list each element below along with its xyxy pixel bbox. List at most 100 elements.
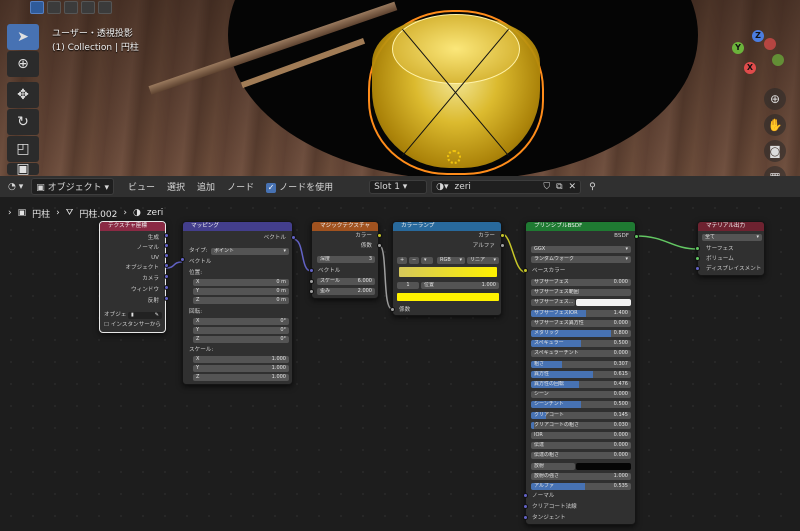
object-picker[interactable]: ▮ ✎	[128, 312, 162, 319]
editor-type-icon[interactable]: ◔ ▾	[4, 181, 27, 193]
node-socket[interactable]	[695, 266, 700, 271]
node-socket[interactable]	[390, 307, 395, 312]
node-socket[interactable]	[377, 243, 382, 248]
stop-index-field[interactable]: 1	[397, 282, 419, 289]
distribution-dropdown[interactable]: GGX ▾	[531, 246, 631, 253]
node-color-ramp[interactable]: カラーランプ カラー アルファ + − ▾ RGB ▾ リニア ▾ 1 位置 1.00…	[392, 221, 502, 316]
location-y-field[interactable]: Y0 m	[193, 288, 289, 295]
node-socket[interactable]	[523, 493, 528, 498]
node-socket[interactable]	[309, 279, 314, 284]
use-nodes-toggle[interactable]: ✓ ノードを使用	[262, 179, 337, 194]
node-material-output[interactable]: マテリアル出力 全て ▾ サーフェス ボリューム ディスプレイスメント	[697, 221, 765, 276]
node-socket[interactable]	[523, 268, 528, 273]
bsdf-field[interactable]: 異方性 0.615	[531, 370, 631, 378]
stop-color-swatch[interactable]	[397, 293, 499, 301]
location-z-field[interactable]: Z0 m	[193, 297, 289, 304]
pin-icon[interactable]: ⚲	[585, 181, 600, 193]
node-socket[interactable]	[500, 243, 505, 248]
node-principled-bsdf[interactable]: プリンシプルBSDF BSDF GGX ▾ ランダムウォーク ▾ ベースカラー サブ…	[525, 221, 636, 525]
breadcrumb-material[interactable]: zeri	[147, 208, 163, 218]
bsdf-field[interactable]: サブサーフェスIOR 1.400	[531, 309, 631, 317]
fake-user-shield-icon[interactable]: ⛉	[543, 182, 550, 192]
checkbox-icon[interactable]: ✓	[266, 182, 277, 193]
node-socket[interactable]	[695, 246, 700, 251]
bsdf-field[interactable]: 放射の強さ 1.000	[531, 472, 631, 480]
node-socket[interactable]	[164, 243, 169, 248]
color-ramp-gradient[interactable]	[399, 267, 497, 277]
select-new-icon[interactable]	[30, 1, 44, 14]
color-swatch[interactable]	[576, 299, 631, 307]
bsdf-field[interactable]: 粗さ 0.307	[531, 360, 631, 368]
gizmo-neg-x-icon[interactable]	[764, 38, 776, 50]
bsdf-field[interactable]: スペキュラー 0.500	[531, 340, 631, 348]
node-socket[interactable]	[291, 235, 296, 240]
duplicate-icon[interactable]: ⧉	[556, 182, 562, 192]
node-socket[interactable]	[164, 274, 169, 279]
type-dropdown[interactable]: ポイント ▾	[211, 248, 289, 255]
mode-dropdown[interactable]: ▣ オブジェクト ▾	[31, 178, 115, 195]
color-swatch[interactable]	[576, 462, 631, 470]
bsdf-field[interactable]: クリアコートの粗さ 0.030	[531, 421, 631, 429]
slot-dropdown[interactable]: Slot 1 ▾	[369, 179, 428, 194]
location-x-field[interactable]: X0 m	[193, 279, 289, 286]
node-socket[interactable]	[523, 515, 528, 520]
node-socket[interactable]	[164, 296, 169, 301]
gizmo-neg-y-icon[interactable]	[772, 54, 784, 66]
target-dropdown[interactable]: 全て ▾	[702, 234, 762, 241]
navigation-gizmo[interactable]: Z Y X	[730, 28, 790, 84]
scale-x-field[interactable]: X 1.000	[193, 356, 289, 363]
node-mapping[interactable]: マッピング ベクトル タイプ: ポイント ▾ ベクトル 位置: X0 m Y0 m…	[182, 221, 293, 385]
bsdf-field[interactable]: サブサーフェス 0.000	[531, 279, 631, 286]
bsdf-field[interactable]: サブサーフェス異方性 0.000	[531, 319, 631, 327]
node-header[interactable]: マテリアル出力	[698, 222, 764, 231]
depth-field[interactable]: 深度 3	[317, 256, 375, 263]
gizmo-y-axis[interactable]: Y	[732, 42, 744, 54]
select-invert-icon[interactable]	[81, 1, 95, 14]
pan-hand-icon[interactable]: ✋	[764, 114, 786, 136]
bsdf-field[interactable]: サブサーフェス...	[531, 299, 575, 307]
select-extend-icon[interactable]	[47, 1, 61, 14]
node-socket[interactable]	[634, 234, 639, 239]
scale-y-field[interactable]: Y 1.000	[193, 365, 289, 372]
scale-tool-icon[interactable]: ◰	[7, 136, 39, 162]
menu-node[interactable]: ノード	[223, 179, 258, 194]
menu-add[interactable]: 追加	[193, 179, 219, 194]
distortion-field[interactable]: 歪み 2.000	[317, 288, 375, 295]
breadcrumb-object[interactable]: 円柱	[32, 207, 50, 220]
menu-select[interactable]: 選択	[163, 179, 189, 194]
node-header[interactable]: カラーランプ	[393, 222, 501, 231]
stop-position-field[interactable]: 位置 1.000	[421, 282, 499, 289]
node-header[interactable]: プリンシプルBSDF	[526, 222, 635, 231]
node-socket[interactable]	[309, 268, 314, 273]
bsdf-field[interactable]: 放射	[531, 462, 575, 470]
breadcrumb-mesh[interactable]: 円柱.002	[79, 207, 117, 220]
unlink-close-icon[interactable]: ✕	[569, 182, 577, 192]
node-socket[interactable]	[164, 253, 169, 258]
remove-stop-button[interactable]: −	[409, 257, 419, 264]
node-socket[interactable]	[164, 233, 169, 238]
material-selector[interactable]: ◑▾ zeri ⛉ ⧉ ✕	[431, 179, 582, 194]
gizmo-z-axis[interactable]: Z	[752, 30, 764, 42]
bsdf-field[interactable]: クリアコート 0.145	[531, 411, 631, 419]
camera-icon[interactable]: ◙	[764, 140, 786, 162]
node-texture-coordinate[interactable]: テクスチャ座標 生成 ノーマル UV オブジェクト カメラ ウィンドウ 反射 オ…	[99, 221, 166, 333]
instancer-checkbox[interactable]: ☐ インスタンサーから	[104, 321, 161, 329]
bsdf-field[interactable]: 伝達 0.000	[531, 442, 631, 450]
bsdf-field[interactable]: シーンチント 0.500	[531, 401, 631, 409]
node-magic-texture[interactable]: マジックテクスチャ カラー 係数 深度 3 ベクトル スケール 6.000 歪み 2.…	[311, 221, 379, 299]
material-name[interactable]: zeri	[454, 182, 537, 192]
sss-method-dropdown[interactable]: ランダムウォーク ▾	[531, 256, 631, 263]
interpolation-dropdown[interactable]: リニア ▾	[467, 257, 499, 264]
bsdf-field[interactable]: アルファ 0.535	[531, 483, 631, 490]
3d-viewport[interactable]: ユーザー・透視投影 (1) Collection | 円柱 ➤ ⊕ ✥ ↻ ◰ …	[0, 0, 800, 176]
bsdf-field[interactable]: スペキュラーチント 0.000	[531, 350, 631, 358]
select-tool-icon[interactable]: ➤	[7, 24, 39, 50]
node-header[interactable]: マッピング	[183, 222, 292, 231]
rotation-y-field[interactable]: Y 0°	[193, 327, 289, 334]
bsdf-field[interactable]: 伝達の粗さ 0.000	[531, 452, 631, 460]
select-subtract-icon[interactable]	[64, 1, 78, 14]
bsdf-field[interactable]: 異方性の回転 0.476	[531, 381, 631, 388]
ramp-menu-button[interactable]: ▾	[421, 257, 433, 264]
node-socket[interactable]	[309, 289, 314, 294]
cursor-tool-icon[interactable]: ⊕	[7, 51, 39, 77]
